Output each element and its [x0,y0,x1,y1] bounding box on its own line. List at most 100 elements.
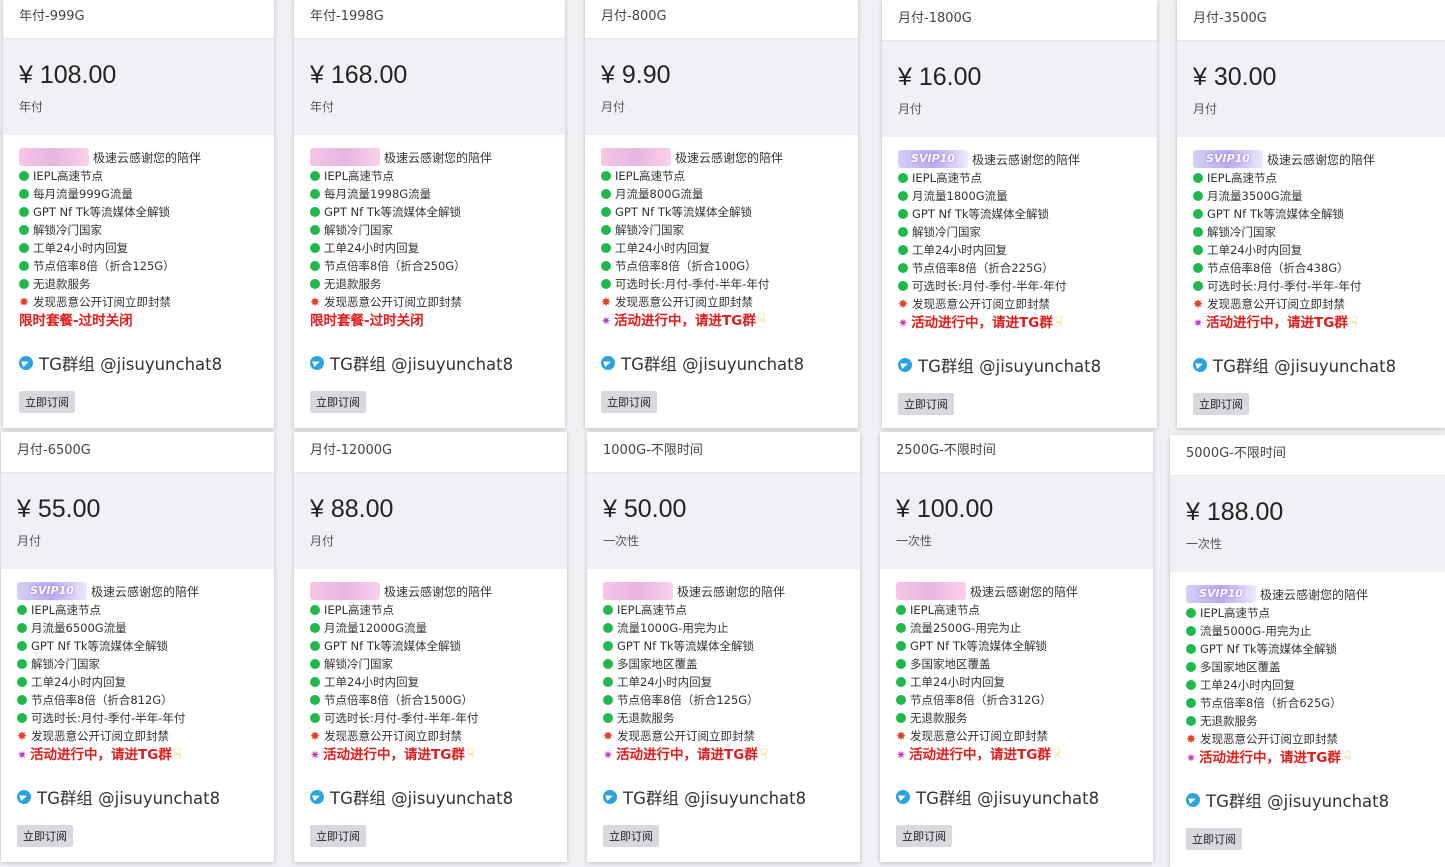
party-popper-icon: ✷ [1193,316,1204,330]
warning-text: 发现恶意公开订阅立即封禁 [910,729,1048,743]
green-dot-icon [310,189,320,199]
feature-text: IEPL高速节点 [324,603,394,617]
plan-title: 年付-1998G [294,0,565,39]
feature-item: 工单24小时内回复 [1193,241,1429,259]
feature-text: 工单24小时内回复 [615,241,711,255]
banner-text: 极速云感谢您的陪伴 [384,150,493,165]
feature-item: IEPL高速节点 [601,167,842,185]
green-dot-icon [310,171,320,181]
green-dot-icon [898,209,908,219]
party-popper-icon: ✷ [603,748,614,762]
feature-text: GPT Nf Tk等流媒体全解锁 [910,639,1048,653]
green-dot-icon [310,261,320,271]
green-dot-icon [1186,644,1196,654]
warning-text: 发现恶意公开订阅立即封禁 [617,729,755,743]
telegram-icon [1193,358,1207,372]
feature-text: 每月流量999G流量 [33,187,133,201]
pointing-down-icon: ☟ [1052,747,1061,762]
feature-item: 节点倍率8倍（折合812G） [17,691,258,709]
telegram-icon [603,790,617,804]
feature-item: IEPL高速节点 [17,601,258,619]
green-dot-icon [898,281,908,291]
green-dot-icon [603,641,613,651]
feature-text: 节点倍率8倍（折合125G） [33,259,175,273]
green-dot-icon [896,695,906,705]
subscribe-button[interactable]: 立即订阅 [603,825,659,847]
green-dot-icon [1193,191,1203,201]
pointing-down-icon: ☟ [173,747,182,762]
subscribe-button[interactable]: 立即订阅 [310,391,366,413]
feature-text: IEPL高速节点 [31,603,101,617]
telegram-group[interactable]: TG群组 @jisuyunchat8 [310,785,551,809]
green-dot-icon [310,207,320,217]
feature-text: 工单24小时内回复 [910,675,1006,689]
green-dot-icon [19,261,29,271]
subscribe-button[interactable]: 立即订阅 [17,825,73,847]
warning-text: 发现恶意公开订阅立即封禁 [1207,297,1345,311]
feature-item: IEPL高速节点 [1186,604,1429,622]
feature-text: 多国家地区覆盖 [910,657,991,671]
telegram-group[interactable]: TG群组 @jisuyunchat8 [896,785,1137,809]
telegram-group[interactable]: TG群组 @jisuyunchat8 [1186,788,1429,812]
telegram-group[interactable]: TG群组 @jisuyunchat8 [17,785,258,809]
green-dot-icon [601,279,611,289]
plan-price: ¥ 50.00 [603,495,687,523]
subscribe-button[interactable]: 立即订阅 [896,825,952,847]
pink-banner-image [603,582,673,600]
telegram-group[interactable]: TG群组 @jisuyunchat8 [1193,353,1429,377]
burst-icon: ✸ [601,295,612,309]
feature-item: 每月流量999G流量 [19,185,258,203]
feature-text: 月流量800G流量 [615,187,704,201]
green-dot-icon [19,171,29,181]
telegram-group[interactable]: TG群组 @jisuyunchat8 [310,351,549,375]
feature-item: 解锁冷门国家 [1193,223,1429,241]
subscribe-button[interactable]: 立即订阅 [1193,393,1249,415]
feature-item: 节点倍率8倍（折合625G） [1186,694,1429,712]
feature-text: IEPL高速节点 [324,169,394,183]
telegram-group[interactable]: TG群组 @jisuyunchat8 [603,785,844,809]
telegram-group[interactable]: TG群组 @jisuyunchat8 [19,351,258,375]
feature-text: GPT Nf Tk等流媒体全解锁 [912,207,1050,221]
subscribe-button[interactable]: 立即订阅 [1186,828,1242,850]
banner-row: SVIP10 极速云感谢您的陪伴 [17,581,258,601]
plan-card: 年付-999G ¥ 108.00 年付 极速云感谢您的陪伴 IEPL高速节点 每月流量99… [3,0,274,428]
green-dot-icon [19,189,29,199]
feature-item: 工单24小时内回复 [19,239,258,257]
promo-line: ✷ 活动进行中，请进TG群 ☟ [17,745,258,765]
party-popper-icon: ✷ [601,314,612,328]
green-dot-icon [896,659,906,669]
plan-price: ¥ 16.00 [898,63,982,91]
feature-item: 可选时长:月付-季付-半年-年付 [601,275,842,293]
price-box: ¥ 16.00 月付 [882,41,1157,137]
subscribe-button[interactable]: 立即订阅 [310,825,366,847]
pink-banner-image [19,148,89,166]
price-box: ¥ 30.00 月付 [1177,41,1445,137]
green-dot-icon [310,605,320,615]
feature-text: IEPL高速节点 [33,169,103,183]
feature-text: 节点倍率8倍（折合250G） [324,259,466,273]
feature-item: 可选时长:月付-季付-半年-年付 [17,709,258,727]
plan-price: ¥ 55.00 [17,495,101,523]
telegram-group[interactable]: TG群组 @jisuyunchat8 [898,353,1141,377]
feature-item: GPT Nf Tk等流媒体全解锁 [1193,205,1429,223]
subscribe-button[interactable]: 立即订阅 [898,393,954,415]
green-dot-icon [310,713,320,723]
subscribe-button[interactable]: 立即订阅 [19,391,75,413]
burst-icon: ✸ [19,295,30,309]
pointing-down-icon: ☟ [1054,315,1063,330]
green-dot-icon [19,207,29,217]
telegram-group[interactable]: TG群组 @jisuyunchat8 [601,351,842,375]
feature-text: 解锁冷门国家 [912,225,981,239]
promo-line: ✷ 活动进行中，请进TG群 ☟ [603,745,844,765]
pointing-down-icon: ☟ [466,747,475,762]
feature-text: 流量2500G-用完为止 [910,621,1022,635]
feature-text: IEPL高速节点 [910,603,980,617]
feature-text: 无退款服务 [617,711,675,725]
burst-icon: ✸ [896,729,907,743]
feature-text: IEPL高速节点 [912,171,982,185]
green-dot-icon [603,659,613,669]
burst-icon: ✸ [17,729,28,743]
telegram-icon [310,356,324,370]
subscribe-button[interactable]: 立即订阅 [601,391,657,413]
feature-text: 多国家地区覆盖 [617,657,698,671]
